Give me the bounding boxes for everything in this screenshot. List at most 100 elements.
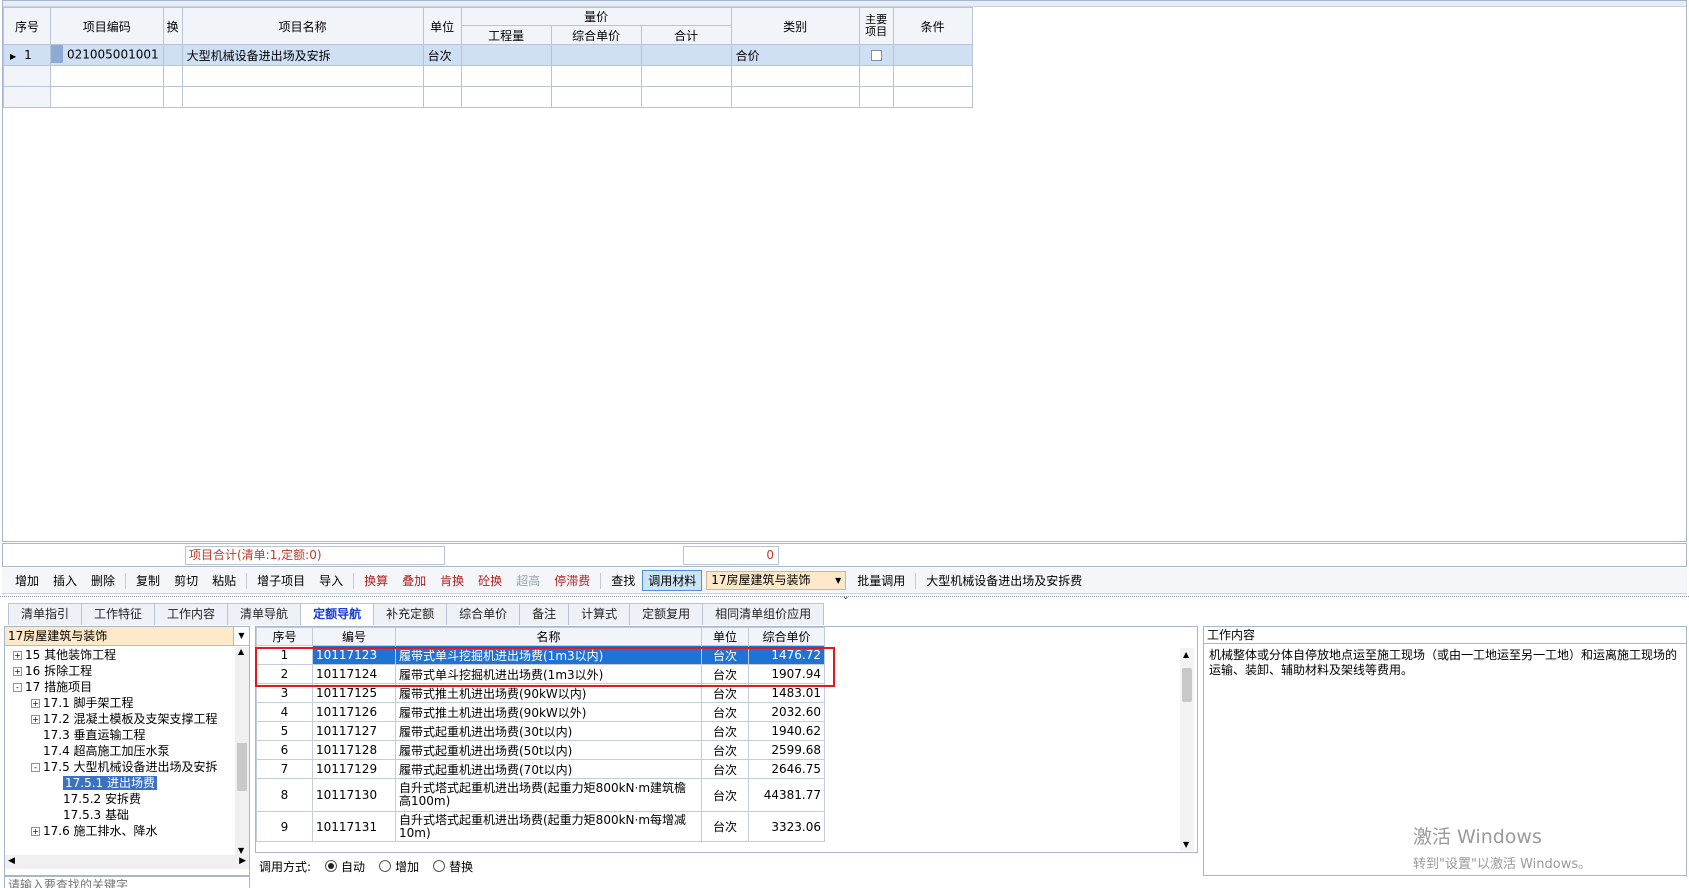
tree-node[interactable]: +17.6 施工排水、降水 (5, 823, 235, 839)
empty-cell[interactable] (460, 86, 552, 108)
tab-work-content[interactable]: 工作内容 (154, 603, 229, 625)
tab-formula[interactable]: 计算式 (568, 603, 631, 625)
chevron-down-icon[interactable]: ▼ (831, 572, 846, 589)
empty-cell[interactable] (730, 65, 860, 87)
insert-button[interactable]: 插入 (46, 570, 84, 591)
tree-node[interactable]: 17.4 超高施工加压水泵 (5, 743, 235, 759)
tree-node[interactable]: +15 其他装饰工程 (5, 647, 235, 663)
radio-replace-label[interactable]: 替换 (449, 858, 473, 875)
tab-work-feature[interactable]: 工作特征 (81, 603, 156, 625)
batch-call-button[interactable]: 批量调用 (850, 570, 912, 591)
concrete-swap-button[interactable]: 砼换 (471, 570, 509, 591)
convert-button[interactable]: 换算 (357, 570, 395, 591)
empty-cell[interactable] (858, 65, 894, 87)
delete-button[interactable]: 删除 (84, 570, 122, 591)
super-high-button[interactable]: 超高 (509, 570, 547, 591)
stoppage-fee-button[interactable]: 停滞费 (547, 570, 597, 591)
tree-node[interactable]: +16 拆除工程 (5, 663, 235, 679)
scroll-up-icon[interactable]: ▲ (1183, 650, 1189, 659)
collapse-icon[interactable]: - (13, 683, 22, 692)
tree-horizontal-scrollbar[interactable]: ◀ ▶ (5, 855, 249, 869)
tab-unit-price[interactable]: 综合单价 (446, 603, 521, 625)
scroll-down-icon[interactable]: ▼ (238, 846, 244, 855)
tree-node[interactable]: 17.5.1 进出场费 (5, 775, 235, 791)
tab-remarks[interactable]: 备注 (519, 603, 570, 625)
header-code[interactable]: 项目编码 (50, 7, 164, 45)
scroll-thumb[interactable] (237, 743, 247, 791)
row-seq-cell[interactable]: ▶ 1 (3, 44, 51, 66)
collapse-chevron-icon[interactable]: ⌄ (842, 592, 850, 602)
chevron-down-icon[interactable]: ▼ (233, 627, 249, 645)
import-button[interactable]: 导入 (312, 570, 350, 591)
tree-node[interactable]: 17.5.3 基础 (5, 807, 235, 823)
tab-bill-nav[interactable]: 清单导航 (227, 603, 302, 625)
tree-node[interactable]: +17.1 脚手架工程 (5, 695, 235, 711)
quota-header-unit[interactable]: 单位 (701, 627, 749, 646)
radio-replace[interactable] (433, 860, 446, 872)
empty-row[interactable] (3, 65, 973, 87)
copy-button[interactable]: 复制 (129, 570, 167, 591)
tree-node[interactable]: +17.2 混凝土模板及支架支撑工程 (5, 711, 235, 727)
cut-button[interactable]: 剪切 (167, 570, 205, 591)
header-seq[interactable]: 序号 (3, 7, 51, 45)
header-main-item[interactable]: 主要 项目 (858, 7, 894, 45)
header-condition[interactable]: 条件 (892, 7, 973, 45)
empty-cell[interactable] (640, 65, 732, 87)
row-unit[interactable]: 台次 (422, 44, 462, 66)
empty-cell[interactable] (3, 65, 51, 87)
row-total[interactable] (640, 44, 732, 66)
scroll-down-icon[interactable]: ▼ (1183, 840, 1189, 849)
radio-auto[interactable] (325, 860, 338, 872)
quota-header-code[interactable]: 编号 (312, 627, 396, 646)
expand-icon[interactable]: + (13, 667, 22, 676)
paste-button[interactable]: 粘贴 (205, 570, 243, 591)
quota-row[interactable]: 1 10117123 履带式单斗挖掘机进出场费(1m3以内) 台次 1476.7… (256, 645, 825, 665)
row-unit-price[interactable] (550, 44, 642, 66)
row-name[interactable]: 大型机械设备进出场及安拆 (181, 44, 424, 66)
expand-icon[interactable]: + (31, 715, 40, 724)
expand-icon[interactable]: + (31, 699, 40, 708)
header-quantity[interactable]: 工程量 (460, 25, 552, 45)
header-category[interactable]: 类别 (730, 7, 860, 45)
empty-cell[interactable] (892, 65, 973, 87)
empty-cell[interactable] (550, 86, 642, 108)
quota-header-price[interactable]: 综合单价 (748, 627, 825, 646)
bill-row[interactable]: ▶ 1 021005001001 大型机械设备进出场及安拆 台次 合价 (3, 44, 973, 66)
quota-row[interactable]: 8 10117130 自升式塔式起重机进出场费(起重力矩800kN·m建筑檐高1… (256, 778, 825, 812)
tree-library-select[interactable]: 17房屋建筑与装饰 ▼ (5, 627, 249, 646)
header-unit[interactable]: 单位 (422, 7, 462, 45)
empty-cell[interactable] (50, 86, 164, 108)
empty-cell[interactable] (3, 86, 51, 108)
empty-cell[interactable] (50, 65, 164, 87)
quota-row[interactable]: 6 10117128 履带式起重机进出场费(50t以内) 台次 2599.68 (256, 740, 825, 760)
empty-cell[interactable] (162, 65, 183, 87)
rebar-swap-button[interactable]: 肯换 (433, 570, 471, 591)
scroll-up-icon[interactable]: ▲ (238, 647, 244, 656)
quota-row[interactable]: 2 10117124 履带式单斗挖掘机进出场费(1m3以外) 台次 1907.9… (256, 664, 825, 684)
quota-header-seq[interactable]: 序号 (256, 627, 313, 646)
row-code-cell[interactable]: 021005001001 (50, 44, 164, 66)
radio-auto-label[interactable]: 自动 (341, 858, 365, 875)
add-subitem-button[interactable]: 增子项目 (250, 570, 312, 591)
tree-vertical-scrollbar[interactable]: ▲ ▼ (235, 647, 249, 855)
row-swap-cell[interactable] (162, 44, 183, 66)
empty-cell[interactable] (181, 86, 424, 108)
tree-node[interactable]: 17.5.2 安拆费 (5, 791, 235, 807)
quota-row[interactable]: 5 10117127 履带式起重机进出场费(30t以内) 台次 1940.62 (256, 721, 825, 741)
library-select[interactable]: 17房屋建筑与装饰 ▼ (706, 571, 847, 590)
empty-cell[interactable] (858, 86, 894, 108)
tab-quota-reuse[interactable]: 定额复用 (629, 603, 704, 625)
main-item-checkbox[interactable] (870, 50, 882, 61)
tree-node[interactable]: 17.3 垂直运输工程 (5, 727, 235, 743)
tree-node[interactable]: -17 措施项目 (5, 679, 235, 695)
row-condition[interactable] (892, 44, 973, 66)
empty-cell[interactable] (162, 86, 183, 108)
expand-icon[interactable]: + (13, 651, 22, 660)
empty-row[interactable] (3, 86, 973, 108)
quota-row[interactable]: 4 10117126 履带式推土机进出场费(90kW以外) 台次 2032.60 (256, 702, 825, 722)
empty-cell[interactable] (550, 65, 642, 87)
tab-same-bill-pricing[interactable]: 相同清单组价应用 (702, 603, 825, 625)
row-main-item-cell[interactable] (858, 44, 894, 66)
header-total[interactable]: 合计 (640, 25, 732, 45)
quota-vertical-scrollbar[interactable]: ▲ ▼ (1180, 648, 1194, 851)
